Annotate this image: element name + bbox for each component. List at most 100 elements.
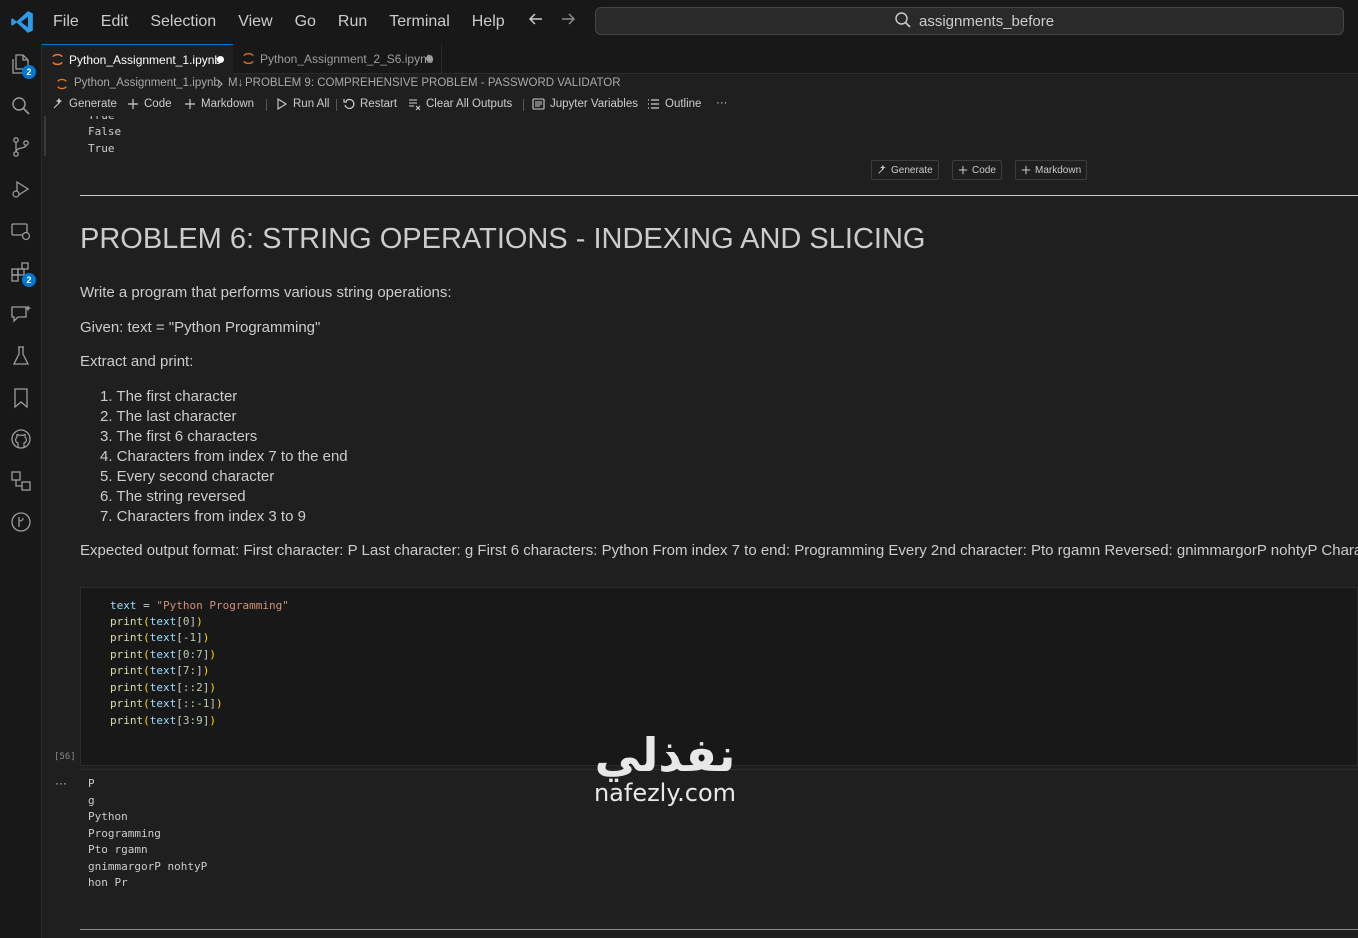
clear-all-outputs-label: Clear All Outputs [426, 98, 513, 110]
menu-selection[interactable]: Selection [139, 13, 227, 31]
menu-help[interactable]: Help [461, 13, 516, 31]
jupyter-notebook-icon [57, 78, 67, 90]
insert-markdown-label: Markdown [1035, 164, 1082, 176]
markdown-list-item: 7. Characters from index 3 to 9 [100, 508, 306, 525]
chevron-right-icon [217, 79, 223, 89]
git-graph-icon[interactable] [9, 510, 33, 534]
menu-edit[interactable]: Edit [90, 13, 140, 31]
menu-go[interactable]: Go [284, 13, 327, 31]
menu-file[interactable]: File [42, 13, 90, 31]
markdown-divider [80, 195, 1358, 196]
add-code-cell-button[interactable]: Code [127, 98, 172, 110]
run-debug-icon[interactable] [9, 177, 33, 201]
code-line: print(text[0:7]) [110, 648, 216, 661]
generate-button[interactable]: Generate [52, 98, 117, 110]
modified-dot-icon[interactable] [426, 55, 433, 62]
markdown-icon: M↓ [228, 77, 244, 89]
variables-icon [532, 98, 545, 110]
title-bar: File Edit Selection View Go Run Terminal… [0, 0, 1358, 44]
menu-run[interactable]: Run [327, 13, 378, 31]
search-view-icon[interactable] [9, 94, 33, 118]
restart-button[interactable]: Restart [343, 98, 397, 110]
insert-code-label: Code [972, 164, 996, 176]
notebook-editor: True False True Generate Code Markdown P… [42, 116, 1358, 938]
code-line: print(text[7:]) [110, 664, 210, 677]
markdown-list-item: 6. The string reversed [100, 488, 246, 505]
breadcrumb-file[interactable]: Python_Assignment_1.ipynb [74, 77, 220, 89]
watermark-arabic: نفذلي [594, 728, 736, 782]
code-label: Code [144, 98, 172, 110]
markdown-list-item: 2. The last character [100, 408, 237, 425]
chat-icon[interactable] [9, 302, 33, 326]
code-line: print(text[0]) [110, 615, 203, 628]
more-actions-button[interactable]: ··· [716, 97, 728, 109]
outline-button[interactable]: Outline [647, 98, 701, 110]
more-actions-icon: ··· [716, 97, 728, 109]
insert-generate-button[interactable]: Generate [871, 160, 939, 180]
execution-count: [56] [54, 752, 76, 762]
modified-dot-icon[interactable] [217, 56, 224, 63]
menu-terminal[interactable]: Terminal [378, 13, 460, 31]
insert-markdown-button[interactable]: Markdown [1015, 160, 1088, 180]
extensions-icon[interactable]: 2 [9, 260, 36, 287]
notebook-toolbar: Generate Code Markdown Run All Restart C… [42, 94, 1358, 116]
breadcrumb-section[interactable]: PROBLEM 9: COMPREHENSIVE PROBLEM - PASSW… [245, 77, 621, 89]
vscode-logo-icon [11, 11, 33, 33]
tab-label: Python_Assignment_1.ipynb [69, 53, 222, 67]
explorer-icon[interactable]: 2 [9, 52, 36, 79]
output-line: P [88, 777, 95, 790]
menu-view[interactable]: View [227, 13, 283, 31]
add-markdown-cell-button[interactable]: Markdown [184, 98, 254, 110]
menu-bar: File Edit Selection View Go Run Terminal… [42, 0, 516, 44]
markdown-heading: PROBLEM 6: STRING OPERATIONS - INDEXING … [80, 223, 926, 255]
plus-icon [1021, 165, 1031, 175]
clear-all-icon [409, 99, 421, 110]
markdown-expected-output: Expected output format: First character:… [80, 542, 1358, 559]
testing-icon[interactable] [9, 344, 33, 368]
markdown-extract: Extract and print: [80, 353, 194, 370]
extensions-badge: 2 [22, 273, 36, 287]
outline-list-icon [648, 99, 659, 109]
command-center-search[interactable]: assignments_before [595, 7, 1344, 35]
code-line: print(text[-1]) [110, 631, 210, 644]
cell-gutter-line [44, 116, 46, 156]
code-line: print(text[::2]) [110, 681, 216, 694]
search-text: assignments_before [919, 13, 1055, 30]
activity-bar: 2 2 [0, 44, 42, 938]
run-all-button[interactable]: Run All [276, 98, 329, 110]
github-icon[interactable] [9, 427, 33, 451]
markdown-list-item: 3. The first 6 characters [100, 428, 258, 445]
cell-divider [80, 929, 1358, 930]
output-actions-icon[interactable]: ··· [55, 776, 67, 790]
insert-code-button[interactable]: Code [952, 160, 1002, 180]
back-arrow-icon[interactable] [527, 10, 545, 28]
plus-icon [128, 99, 138, 109]
output-line: Programming [88, 827, 161, 840]
forward-arrow-icon[interactable] [559, 10, 577, 28]
outline-label: Outline [665, 98, 702, 110]
sparkle-icon [53, 98, 63, 109]
containers-icon[interactable] [9, 469, 33, 493]
clear-all-outputs-button[interactable]: Clear All Outputs [408, 98, 512, 110]
code-line: print(text[::-1]) [110, 697, 223, 710]
toolbar-separator [523, 99, 524, 111]
source-control-icon[interactable] [9, 135, 33, 159]
tab-label: Python_Assignment_2_S6.ipynb [260, 52, 434, 66]
markdown-intro: Write a program that performs various st… [80, 284, 452, 301]
generate-label: Generate [69, 98, 117, 110]
toolbar-separator [266, 99, 267, 111]
code-line: print(text[3:9]) [110, 714, 216, 727]
jupyter-notebook-icon [52, 53, 63, 66]
markdown-list-item: 1. The first character [100, 388, 238, 405]
markdown-given: Given: text = "Python Programming" [80, 319, 321, 336]
output-line: Pto rgamn [88, 843, 148, 856]
run-all-label: Run All [293, 98, 330, 110]
tab-python-assignment-1[interactable]: Python_Assignment_1.ipynb [42, 44, 233, 74]
restart-label: Restart [360, 98, 398, 110]
toolbar-separator [336, 99, 337, 111]
jupyter-variables-button[interactable]: Jupyter Variables [532, 98, 638, 110]
output-line: g [88, 794, 95, 807]
tab-python-assignment-2-s6[interactable]: Python_Assignment_2_S6.ipynb [233, 44, 442, 74]
bookmark-icon[interactable] [9, 386, 33, 410]
remote-explorer-icon[interactable] [9, 219, 33, 243]
